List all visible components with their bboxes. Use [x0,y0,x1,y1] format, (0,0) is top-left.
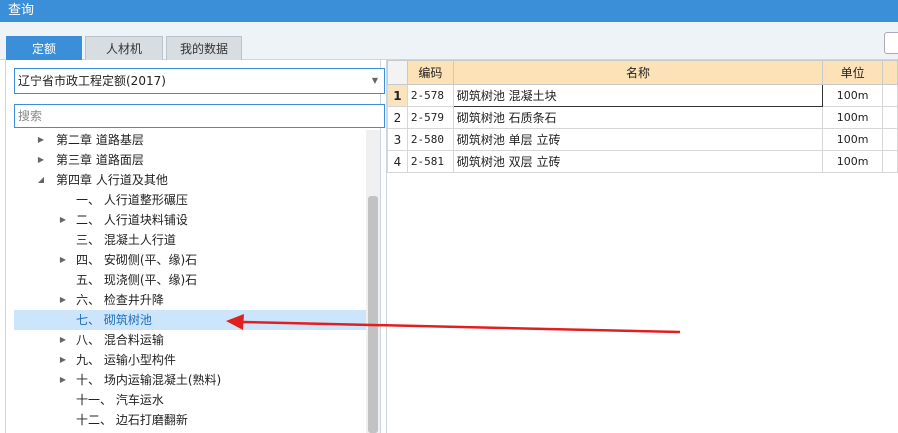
tree-item-section-1[interactable]: 一、 人行道整形碾压 [14,190,366,210]
tree-item-section-8[interactable]: ▶ 八、 混合料运输 [14,330,366,350]
expand-arrow-icon[interactable]: ▶ [58,370,68,390]
column-header-name[interactable]: 名称 [452,60,824,85]
extra-cell [882,128,898,151]
tree-item-chapter-2[interactable]: ▶ 第二章 道路基层 [14,130,366,150]
tree-item-label: 十、 场内运输混凝土(熟料) [76,373,222,387]
expand-arrow-icon[interactable]: ▶ [58,330,68,350]
tab-strip: 定额 人材机 我的数据 [0,22,898,60]
tree-item-section-12[interactable]: 十二、 边石打磨翻新 [14,410,366,430]
tree-item-section-3[interactable]: 三、 混凝土人行道 [14,230,366,250]
name-cell[interactable]: 砌筑树池 石质条石 [452,106,824,129]
tab-my-data[interactable]: 我的数据 [166,36,242,60]
column-header-code[interactable]: 编码 [406,60,454,85]
quota-table: 编码 名称 单位 1 2-578 砌筑树池 混凝土块 100m 2 2-579 … [387,60,898,173]
tree-item-section-9[interactable]: ▶ 九、 运输小型构件 [14,350,366,370]
window-title: 查询 [0,0,898,22]
code-cell[interactable]: 2-581 [406,150,454,173]
tree-item-label: 八、 混合料运输 [76,333,164,347]
expand-arrow-icon[interactable]: ▶ [58,210,68,230]
table-row[interactable]: 1 2-578 砌筑树池 混凝土块 100m [387,84,898,107]
extra-cell [882,150,898,173]
dropdown-caret-icon[interactable]: ▼ [372,69,378,93]
row-number: 1 [387,84,408,107]
quota-grid-pane: 编码 名称 单位 1 2-578 砌筑树池 混凝土块 100m 2 2-579 … [386,60,898,433]
tree-item-section-2[interactable]: ▶ 二、 人行道块料铺设 [14,210,366,230]
search-input[interactable] [14,104,385,128]
tree-item-label: 四、 安砌侧(平、缘)石 [76,253,198,267]
expand-arrow-icon[interactable]: ▶ [58,350,68,370]
tab-labor-materials[interactable]: 人材机 [85,36,163,60]
expand-arrow-icon[interactable]: ▶ [36,150,46,170]
expand-arrow-icon[interactable]: ▶ [58,290,68,310]
tree-item-section-11[interactable]: 十一、 汽车运水 [14,390,366,410]
tree-item-label: 十一、 汽车运水 [76,393,164,407]
row-number: 2 [387,106,408,129]
unit-cell[interactable]: 100m [822,128,884,151]
tree-item-label: 第二章 道路基层 [56,133,144,147]
tree-item-label: 第四章 人行道及其他 [56,173,168,187]
tree-item-section-10[interactable]: ▶ 十、 场内运输混凝土(熟料) [14,370,366,390]
library-select-value: 辽宁省市政工程定额(2017) [18,74,166,88]
row-number-header [387,60,408,85]
tree-item-label: 九、 运输小型构件 [76,353,176,367]
tree-item-section-5[interactable]: 五、 现浇侧(平、缘)石 [14,270,366,290]
expand-arrow-icon[interactable]: ▶ [58,250,68,270]
code-cell[interactable]: 2-580 [406,128,454,151]
name-cell[interactable]: 砌筑树池 混凝土块 [452,84,824,107]
tree-item-label: 五、 现浇侧(平、缘)石 [76,273,198,287]
tree-item-label: 第三章 道路面层 [56,153,144,167]
tree-item-label: 七、 砌筑树池 [76,313,152,327]
chapter-tree: ▶ 第二章 道路基层 ▶ 第三章 道路面层 ◢ 第四章 人行道及其他 一、 人行… [14,130,366,433]
collapse-arrow-icon[interactable]: ◢ [36,170,46,190]
tree-item-chapter-3[interactable]: ▶ 第三章 道路面层 [14,150,366,170]
name-cell[interactable]: 砌筑树池 双层 立砖 [452,150,824,173]
unit-cell[interactable]: 100m [822,106,884,129]
tree-item-label: 一、 人行道整形碾压 [76,193,188,207]
tree-item-label: 二、 人行道块料铺设 [76,213,188,227]
row-number: 4 [387,150,408,173]
column-header-extra [882,60,898,85]
row-number: 3 [387,128,408,151]
code-cell[interactable]: 2-579 [406,106,454,129]
tree-item-label: 六、 检查井升降 [76,293,164,307]
code-cell[interactable]: 2-578 [406,84,454,107]
extra-cell [882,84,898,107]
tree-item-label: 三、 混凝土人行道 [76,233,176,247]
table-row[interactable]: 3 2-580 砌筑树池 单层 立砖 100m [387,128,898,151]
expand-arrow-icon[interactable]: ▶ [36,130,46,150]
tree-item-section-4[interactable]: ▶ 四、 安砌侧(平、缘)石 [14,250,366,270]
extra-cell [882,106,898,129]
tree-item-section-7-selected[interactable]: 七、 砌筑树池 [14,310,366,330]
table-row[interactable]: 4 2-581 砌筑树池 双层 立砖 100m [387,150,898,173]
tab-quota[interactable]: 定额 [6,36,82,60]
tree-item-label: 十二、 边石打磨翻新 [76,413,188,427]
name-cell[interactable]: 砌筑树池 单层 立砖 [452,128,824,151]
tree-item-section-6[interactable]: ▶ 六、 检查井升降 [14,290,366,310]
tree-item-chapter-4[interactable]: ◢ 第四章 人行道及其他 [14,170,366,190]
column-header-unit[interactable]: 单位 [822,60,884,85]
unit-cell[interactable]: 100m [822,150,884,173]
tree-scrollbar-thumb[interactable] [368,196,378,433]
unit-cell[interactable]: 100m [822,84,884,107]
top-right-input[interactable] [884,32,898,54]
library-select[interactable]: 辽宁省市政工程定额(2017) ▼ [14,68,385,94]
table-row[interactable]: 2 2-579 砌筑树池 石质条石 100m [387,106,898,129]
